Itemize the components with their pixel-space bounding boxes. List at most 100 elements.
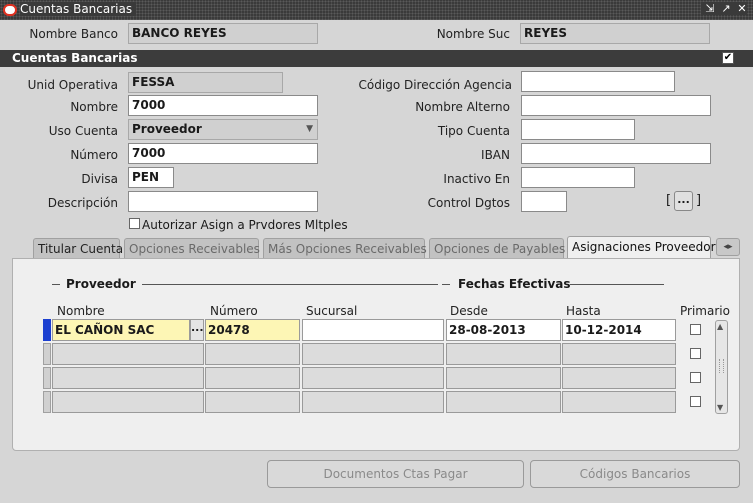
- table-scrollbar[interactable]: ▲ ▼: [715, 320, 728, 414]
- scroll-down-icon[interactable]: ▼: [717, 403, 723, 412]
- col-header-desde: Desde: [450, 304, 488, 318]
- nombre-suc-label: Nombre Suc: [436, 27, 510, 41]
- nombre-alterno-field[interactable]: [521, 95, 711, 116]
- window-title: Cuentas Bancarias: [20, 2, 137, 16]
- nombre-label: Nombre: [70, 100, 118, 114]
- cell-text: [206, 368, 299, 374]
- cell-text: [447, 368, 560, 374]
- table-cell-numero[interactable]: [205, 391, 300, 413]
- nombre-lov-button[interactable]: ...: [190, 319, 204, 341]
- flex-close-bracket: ]: [696, 193, 702, 208]
- section-title: Cuentas Bancarias: [12, 51, 138, 65]
- table-cell-nombre[interactable]: [52, 343, 204, 365]
- table-cell-nombre[interactable]: [52, 367, 204, 389]
- row-selector[interactable]: [43, 343, 51, 365]
- unid-operativa-label: Unid Operativa: [27, 78, 118, 92]
- section-toggle-checkbox[interactable]: ✔: [722, 52, 734, 64]
- tipo-cuenta-field[interactable]: [521, 119, 635, 140]
- uso-cuenta-value: Proveedor: [132, 122, 202, 136]
- uso-cuenta-label: Uso Cuenta: [48, 124, 118, 138]
- tipo-cuenta-label: Tipo Cuenta: [437, 124, 510, 138]
- cell-text: 28-08-2013: [449, 323, 526, 337]
- cell-text: [53, 368, 203, 374]
- nombre-banco-label: Nombre Banco: [29, 27, 118, 41]
- tab-opciones-receivables[interactable]: Opciones Receivables: [124, 238, 260, 259]
- flexfield-button[interactable]: ...: [674, 191, 693, 211]
- codigo-direccion-field[interactable]: [521, 71, 675, 92]
- col-header-hasta: Hasta: [566, 304, 601, 318]
- cell-text: [303, 344, 443, 350]
- iban-label: IBAN: [481, 148, 510, 162]
- nombre-alterno-label: Nombre Alterno: [415, 100, 510, 114]
- numero-field[interactable]: 7000: [128, 143, 318, 164]
- codigo-direccion-label: Código Dirección Agencia: [358, 78, 512, 92]
- table-cell-hasta[interactable]: [562, 343, 676, 365]
- maximize-icon[interactable]: ↗: [721, 2, 731, 15]
- descripcion-field[interactable]: [128, 191, 318, 212]
- inactivo-en-label: Inactivo En: [443, 172, 510, 186]
- cell-text: [303, 368, 443, 374]
- autorizar-checkbox[interactable]: [129, 218, 140, 229]
- table-cell-numero[interactable]: [205, 367, 300, 389]
- cell-text: EL CAÑON SAC: [55, 323, 155, 337]
- primario-checkbox[interactable]: [690, 396, 701, 407]
- table-cell-desde[interactable]: [446, 391, 561, 413]
- nombre-field[interactable]: 7000: [128, 95, 318, 116]
- table-cell-nombre[interactable]: [52, 391, 204, 413]
- chevron-down-icon: ▼: [306, 124, 313, 134]
- row-selector[interactable]: [43, 391, 51, 413]
- table-cell-hasta[interactable]: [562, 391, 676, 413]
- cell-text: [447, 344, 560, 350]
- tab-titular-cuenta[interactable]: Titular Cuenta: [33, 238, 123, 259]
- table-cell-desde[interactable]: 28-08-2013: [446, 319, 561, 341]
- primario-checkbox[interactable]: [690, 324, 701, 335]
- close-icon[interactable]: ✕: [737, 2, 747, 15]
- group-fechas-title: Fechas Efectivas: [452, 277, 577, 291]
- table-cell-numero[interactable]: [205, 343, 300, 365]
- cell-text: [303, 392, 443, 398]
- table-cell-numero[interactable]: 20478: [205, 319, 300, 341]
- table-cell-sucursal[interactable]: [302, 367, 444, 389]
- group-line: [570, 284, 664, 285]
- group-line: [442, 284, 450, 285]
- table-cell-hasta[interactable]: 10-12-2014: [562, 319, 676, 341]
- codigos-bancarios-button[interactable]: Códigos Bancarios: [530, 460, 740, 488]
- table-cell-hasta[interactable]: [562, 367, 676, 389]
- table-cell-sucursal[interactable]: [302, 343, 444, 365]
- table-cell-nombre[interactable]: EL CAÑON SAC: [52, 319, 190, 341]
- col-header-sucursal: Sucursal: [306, 304, 358, 318]
- group-line: [52, 284, 60, 285]
- nombre-suc-field[interactable]: REYES: [520, 23, 710, 44]
- divisa-field[interactable]: PEN: [128, 167, 174, 188]
- documentos-ctas-pagar-button[interactable]: Documentos Ctas Pagar: [267, 460, 524, 488]
- table-cell-desde[interactable]: [446, 367, 561, 389]
- tab-opciones-payables[interactable]: Opciones de Payables: [429, 238, 565, 259]
- col-header-numero: Número: [210, 304, 258, 318]
- minimize-icon[interactable]: ⇲: [705, 2, 715, 15]
- group-proveedor-title: Proveedor: [60, 277, 142, 291]
- primario-checkbox[interactable]: [690, 372, 701, 383]
- cell-text: [206, 344, 299, 350]
- tab-asignaciones-proveedor[interactable]: Asignaciones Proveedor: [567, 236, 716, 259]
- cell-text: [53, 392, 203, 398]
- tab-scroll-button[interactable]: ◂▸: [716, 238, 740, 256]
- group-line: [142, 284, 438, 285]
- inactivo-en-field[interactable]: [521, 167, 635, 188]
- nombre-banco-field[interactable]: BANCO REYES: [128, 23, 318, 44]
- row-selector[interactable]: [43, 319, 51, 341]
- uso-cuenta-select[interactable]: Proveedor ▼: [128, 119, 318, 140]
- unid-operativa-field[interactable]: FESSA: [128, 72, 283, 93]
- tab-mas-opciones-receivables[interactable]: Más Opciones Receivables: [263, 238, 427, 259]
- iban-field[interactable]: [521, 143, 711, 164]
- cell-text: 10-12-2014: [565, 323, 642, 337]
- row-selector[interactable]: [43, 367, 51, 389]
- divisa-label: Divisa: [81, 172, 118, 186]
- table-cell-sucursal[interactable]: [302, 391, 444, 413]
- table-cell-sucursal[interactable]: [302, 319, 444, 341]
- table-cell-desde[interactable]: [446, 343, 561, 365]
- scroll-thumb-grip[interactable]: [719, 359, 724, 373]
- autorizar-label: Autorizar Asign a Prvdores Mltples: [142, 218, 348, 232]
- primario-checkbox[interactable]: [690, 348, 701, 359]
- control-dgtos-field[interactable]: [521, 191, 567, 212]
- scroll-up-icon[interactable]: ▲: [717, 322, 723, 331]
